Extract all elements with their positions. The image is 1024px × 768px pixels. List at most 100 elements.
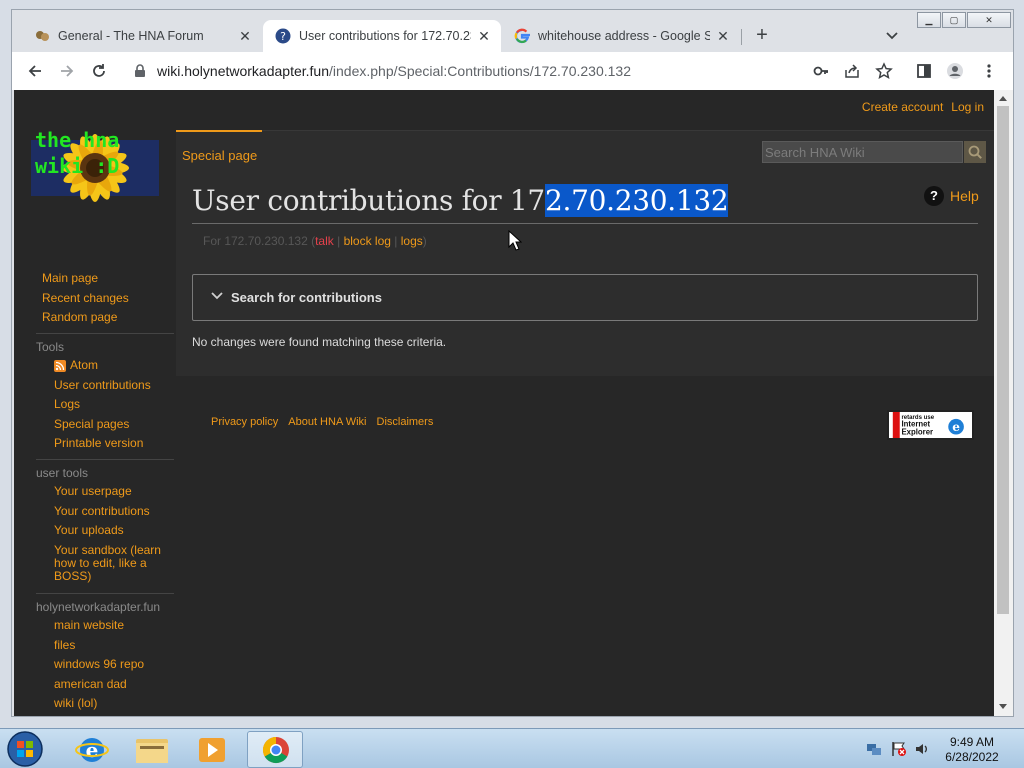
tab-forum[interactable]: General - The HNA Forum ✕ [22,20,262,52]
wiki-logo[interactable]: the hna wiki :D [29,118,161,224]
search-contributions-label: Search for contributions [231,290,382,305]
logs-link[interactable]: logs [401,234,423,248]
disclaimers-link[interactable]: Disclaimers [377,416,434,428]
network-tray-icon[interactable] [866,741,882,757]
about-wiki-link[interactable]: About HNA Wiki [288,416,366,428]
new-tab-button[interactable]: + [752,25,772,46]
close-window-button[interactable]: ✕ [967,12,1011,28]
sidebar-site-links: holynetworkadapter.fun main website file… [36,593,174,716]
chevron-down-icon[interactable] [884,27,900,43]
tab-title: General - The HNA Forum [58,29,204,43]
page-viewport: Create account Log in the hna wiki:D Sp… [14,90,994,716]
footer-links: Privacy policy About HNA Wiki Disclaimers [211,416,443,428]
scroll-up-arrow-icon[interactable] [999,96,1007,101]
forward-arrow-icon[interactable] [58,62,76,80]
help-link[interactable]: ? Help [924,186,979,206]
volume-tray-icon[interactable] [914,741,930,757]
sidebar-item-logs[interactable]: Logs [36,398,174,411]
key-icon[interactable] [812,62,830,80]
talk-link[interactable]: talk [315,234,334,248]
personal-tools: Create account Log in [854,100,994,114]
google-favicon-icon [514,28,530,44]
sidebar-item-wiki-lol[interactable]: wiki (lol) [36,697,174,710]
block-log-link[interactable]: block log [344,234,391,248]
tab-contributions[interactable]: ? User contributions for 172.70.230.132 … [263,20,501,52]
sidebar-user-tools: user tools Your userpage Your contributi… [36,459,174,589]
chrome-taskbar-button[interactable] [247,731,303,768]
clock-time: 9:49 AM [949,735,995,749]
create-account-link[interactable]: Create account [862,100,943,114]
browser-window: General - The HNA Forum ✕ ? User contrib… [11,9,1014,717]
page-title: User contributions for 172.70.230.132 [192,184,729,217]
scroll-down-arrow-icon[interactable] [999,704,1007,709]
sidebar-item-windows-96-repo[interactable]: windows 96 repo [36,658,174,671]
tab-separator [741,29,742,45]
sidebar-item-user-contributions[interactable]: User contributions [36,378,174,392]
sidebar-item-your-userpage[interactable]: Your userpage [36,485,174,498]
subtitle-sep: | [333,234,344,248]
sidebar-item-your-uploads[interactable]: Your uploads [36,524,174,537]
search-icon[interactable] [964,141,986,163]
tab-special-page[interactable]: Special page [176,130,262,170]
profile-avatar-icon[interactable] [946,62,964,80]
privacy-policy-link[interactable]: Privacy policy [211,416,278,428]
flag-tray-icon[interactable] [891,741,907,757]
url-text[interactable]: wiki.holynetworkadapter.fun/index.php/Sp… [157,63,631,79]
sidebar-item-your-sandbox[interactable]: Your sandbox (learn how to edit, like a … [36,543,174,583]
contributions-subtitle: For 172.70.230.132 (talk | block log | l… [203,234,427,248]
internet-explorer-taskbar-icon[interactable]: e [64,731,120,768]
search-input[interactable]: Search HNA Wiki [762,141,963,163]
star-icon[interactable] [875,62,893,80]
log-in-link[interactable]: Log in [951,100,984,114]
search-contributions-panel[interactable]: Search for contributions [192,274,978,321]
sidebar-heading: Tools [36,340,65,354]
back-arrow-icon[interactable] [26,62,44,80]
start-button-icon[interactable] [3,730,47,768]
sidebar-item-american-dad[interactable]: american dad [36,677,174,691]
sidebar-item-special-pages[interactable]: Special pages [36,417,174,431]
subtitle-end: ) [422,234,427,248]
forum-favicon-icon [36,31,49,41]
internet-explorer-badge[interactable]: retards use Internet Explorer e [887,410,974,440]
badge-text-3: Explorer [901,428,933,437]
system-clock[interactable]: 9:49 AM 6/28/2022 [940,735,1004,765]
sidebar-item-recent-changes[interactable]: Recent changes [42,291,129,305]
mouse-cursor-icon [508,230,522,251]
subtitle-for: For 172.70.230.132 ( [203,234,316,248]
side-panel-icon[interactable] [915,62,933,80]
sidebar-item-main-page[interactable]: Main page [42,272,129,285]
menu-dots-icon[interactable] [980,62,998,80]
sidebar-item-random-page[interactable]: Random page [42,311,129,324]
sidebar-item-your-contributions[interactable]: Your contributions [36,504,174,518]
sidebar-item-files[interactable]: files [36,638,174,652]
browser-toolbar: wiki.holynetworkadapter.fun/index.php/Sp… [12,52,1013,90]
rss-feed-icon [54,359,66,372]
sidebar-heading: user tools [36,466,89,480]
chevron-down-icon [211,292,223,300]
tab-title: User contributions for 172.70.230.132 [299,29,471,43]
sidebar-item-atom[interactable]: Atom [36,359,174,372]
reload-icon[interactable] [90,62,108,80]
page-title-selected: 2.70.230.132 [544,184,729,217]
scrollbar-thumb[interactable] [997,106,1009,614]
title-divider [192,223,978,224]
logo-text-2: wiki :D [35,154,119,178]
close-tab-icon[interactable]: ✕ [238,29,252,43]
share-icon[interactable] [843,62,861,80]
tab-google[interactable]: whitehouse address - Google Search ✕ [502,20,740,52]
svg-text:?: ? [280,30,286,43]
close-tab-icon[interactable]: ✕ [716,29,730,43]
maximize-button[interactable]: ▢ [942,12,966,28]
close-tab-icon[interactable]: ✕ [477,29,491,43]
sidebar-item-printable-version[interactable]: Printable version [36,437,174,450]
logo-text-1: the hna [35,128,119,152]
file-explorer-taskbar-icon[interactable] [124,731,180,768]
sidebar-item-main-website[interactable]: main website [36,619,174,632]
chrome-icon [262,736,289,764]
vertical-scrollbar[interactable] [994,90,1013,716]
svg-text:e: e [86,738,99,762]
lock-icon[interactable] [133,64,147,78]
media-player-taskbar-icon[interactable] [184,731,240,768]
minimize-button[interactable]: ▁ [917,12,941,28]
svg-text:e: e [952,420,960,434]
